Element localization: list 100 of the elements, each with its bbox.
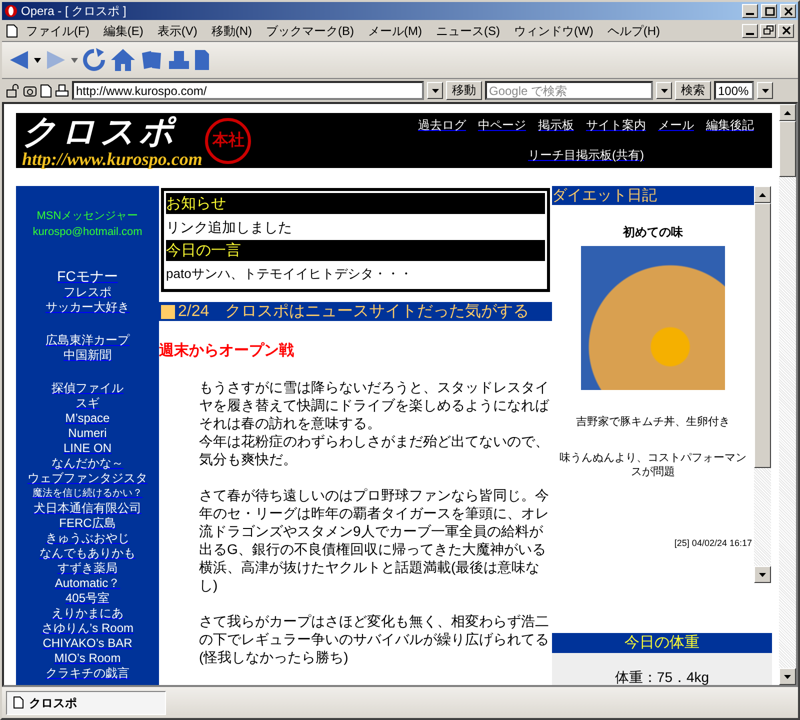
menu-item[interactable]: 移動(N) (205, 22, 258, 40)
nav-link[interactable]: 中ページ (478, 116, 526, 134)
caret-icon (762, 88, 768, 92)
menu-item[interactable]: ブックマーク(B) (260, 22, 360, 40)
maximize-button[interactable] (761, 4, 777, 18)
nav-link[interactable]: 掲示板 (538, 116, 574, 134)
sidebar-link[interactable]: クラキチの戯言 (46, 666, 130, 681)
menu-item[interactable]: ファイル(F) (20, 22, 96, 40)
dropdown-button[interactable] (427, 82, 443, 99)
entry-title: 初めての味 (622, 224, 684, 241)
bookmarks-icon[interactable] (140, 49, 164, 71)
menu-item[interactable]: ウィンドウ(W) (508, 22, 600, 40)
sidebar-link[interactable]: Numeri (68, 426, 107, 441)
sidebar-link[interactable]: 405号室 (65, 591, 110, 606)
dropdown-button[interactable] (757, 82, 773, 99)
stamp-seal: 本社 (205, 118, 252, 164)
sidebar-link[interactable]: 中国新聞 (64, 348, 112, 363)
article-paragraph: さて我らがカープはさほど変化も無く、相変わらず浩二の下でレギュラー争いのサバイバルが繰り広げられてる(怪我しなかったら勝ち) (199, 612, 550, 666)
close-icon (780, 25, 792, 36)
lock-icon[interactable] (6, 84, 20, 98)
page-tab[interactable]: クロスポ (6, 690, 166, 714)
menu-item[interactable]: 表示(V) (151, 22, 204, 40)
article-paragraph: さて春が待ち遠しいのはプロ野球ファンなら皆同じ。今年のセ・リーグは昨年の覇者タイガースを筆頭に、オレ流ドラゴンズやスタメン9人でカーブ一軍全員の給料が出るG、銀行の不良債権回収に帰ってきた大魔神がいる横浜、高津が抜けたヤクルトと話題満載(最後は意味なし) (199, 486, 550, 594)
sidebar-link[interactable]: えりかまにあ (52, 606, 124, 621)
sidebar-link[interactable]: CHIYAKO’s BAR (42, 636, 132, 651)
back-icon[interactable] (8, 49, 30, 71)
photo-caption: 吉野家で豚キムチ丼、生卵付き (575, 414, 731, 430)
sidebar-link[interactable]: フレスポ (64, 285, 112, 300)
window-title: Opera - [ クロスポ ] (21, 3, 128, 20)
close-button[interactable] (780, 4, 796, 18)
page-icon[interactable] (40, 84, 52, 98)
sidebar-link[interactable]: 探偵ファイル (52, 381, 124, 396)
menu-item[interactable]: ニュース(S) (430, 22, 506, 40)
article-title: 2/24 クロスポはニュースサイトだった気がする (178, 302, 530, 321)
home-icon[interactable] (110, 48, 136, 72)
search-button[interactable]: 検索 (675, 81, 711, 100)
minimize-button[interactable] (742, 24, 758, 38)
minimize-icon (746, 32, 754, 34)
article-subtitle: 週末からオープン戦 (159, 341, 295, 361)
sidebar-link[interactable]: さゆりん’s Room (41, 621, 134, 636)
down-arrow-icon (759, 572, 766, 576)
logo-url: http://www.kurospo.com (22, 150, 202, 168)
search-field[interactable]: Google で検索 (485, 81, 653, 100)
sidebar-link[interactable]: M’space (65, 411, 110, 426)
menu-item[interactable]: メール(M) (362, 22, 428, 40)
sidebar-link[interactable]: なんでもありかも (40, 546, 136, 561)
sidebar-link[interactable]: なんだかな～ (52, 456, 124, 471)
weight-heading: 今日の体重 (552, 633, 772, 653)
go-button[interactable]: 移動 (446, 81, 482, 100)
contact-text: MSNメッセンジャー (36, 209, 140, 224)
up-arrow-icon (784, 110, 791, 114)
camera-icon[interactable] (23, 84, 37, 98)
weight-value: 体重：75．4kg (614, 669, 710, 685)
page-icon (6, 24, 18, 38)
article-paragraph: 今年は花粉症のわずらわしさがまだ殆ど出てないので、気分も爽快だ。 (199, 432, 550, 468)
sidebar-link[interactable]: きゅうぶおやじ (46, 531, 130, 546)
up-arrow-icon (759, 192, 766, 196)
entry-comment: 味うんぬんより、コストパフォーマンスが問題 (558, 450, 748, 478)
sidebar-link[interactable]: FCモナー (57, 268, 118, 285)
address-field[interactable]: http://www.kurospo.com/ (72, 81, 424, 100)
contact-text: kurospo@hotmail.com (32, 225, 144, 240)
nav-link[interactable]: メール (658, 116, 694, 134)
minimize-button[interactable] (742, 4, 758, 18)
sidebar-link[interactable]: 広島東洋カープ (46, 333, 130, 348)
opera-logo-icon (4, 4, 18, 18)
restore-button[interactable] (760, 24, 776, 38)
menu-item[interactable]: 編集(E) (97, 22, 150, 40)
page-icon (13, 696, 24, 709)
document-icon[interactable] (194, 49, 210, 71)
close-button[interactable] (778, 24, 794, 38)
print-icon[interactable] (55, 84, 69, 98)
scroll-thumb[interactable] (779, 121, 796, 177)
sidebar-link[interactable]: FERC広島 (59, 516, 116, 531)
menu-item[interactable]: ヘルプ(H) (601, 22, 666, 40)
sidebar-link[interactable]: 犬日本通信有限公司 (34, 501, 142, 516)
sidebar-link[interactable]: LINE ON (63, 441, 112, 456)
notice-heading: 今日の一言 (166, 240, 545, 261)
maximize-icon (764, 6, 774, 16)
sidebar-link[interactable]: すずき薬局 (58, 561, 118, 576)
sidebar-link[interactable]: Automatic？ (54, 576, 120, 591)
entry-timestamp: [25] 04/02/24 16:17 (673, 536, 753, 550)
sidebar-link[interactable]: ウェブファンタジスタ (28, 471, 148, 486)
nav-link[interactable]: 過去ログ (418, 116, 466, 134)
logo-text: クロスポ (22, 114, 179, 150)
reload-icon[interactable] (82, 48, 106, 72)
restore-icon (762, 25, 774, 36)
nav-link[interactable]: 編集後記 (706, 116, 754, 134)
article-paragraph: もうさすがに雪は降らないだろうと、スタッドレスタイヤを履き替えて快調にドライブを楽しめるようになればそれは春の訪れを意味する。 (199, 378, 550, 432)
diary-heading: ダイエット日記 (552, 186, 754, 205)
caret-icon[interactable] (34, 58, 41, 62)
sidebar-link[interactable]: サッカー大好き (46, 300, 130, 315)
zoom-field[interactable]: 100% (714, 81, 754, 100)
dropdown-button[interactable] (656, 82, 672, 99)
scroll-thumb[interactable] (754, 203, 771, 468)
sidebar-link[interactable]: 魔法を信じ続けるかい？ (32, 486, 142, 501)
sidebar-link[interactable]: MIO’s Room (54, 651, 121, 666)
nav-link[interactable]: リーチ目掲示板(共有) (528, 146, 644, 164)
nav-link[interactable]: サイト案内 (586, 116, 646, 134)
notice-text: patoサンハ、トテモイイヒトデシタ・・・ (166, 265, 414, 283)
sidebar-link[interactable]: スギ (76, 396, 100, 411)
